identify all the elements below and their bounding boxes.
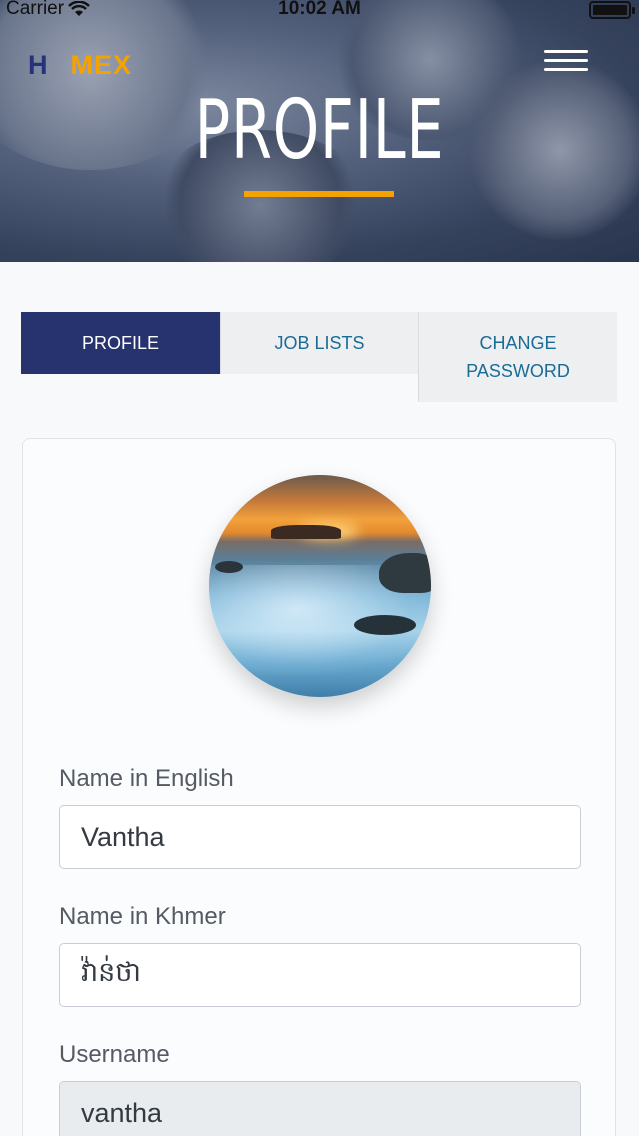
name-english-field[interactable]: Vantha (59, 805, 581, 869)
status-time: 10:02 AM (278, 0, 361, 19)
logo-text-a: H (28, 50, 49, 80)
status-bar: Carrier 10:02 AM (0, 0, 639, 22)
tab-job-lists-label: JOB LISTS (274, 333, 365, 353)
homex-logo[interactable]: H MEX (28, 50, 132, 81)
tab-change-password-label: CHANGE PASSWORD (466, 333, 570, 381)
profile-tabs: PROFILE JOB LISTS CHANGE PASSWORD (21, 312, 617, 402)
battery-icon (589, 1, 635, 19)
username-label: Username (59, 1041, 170, 1068)
avatar[interactable] (209, 475, 431, 697)
tab-profile-label: PROFILE (81, 333, 160, 353)
username-field[interactable]: vantha (59, 1081, 581, 1136)
name-khmer-field[interactable]: វ៉ាន់ថា (59, 943, 581, 1007)
logo-text-b: MEX (70, 50, 133, 80)
tab-job-lists[interactable]: JOB LISTS (220, 312, 418, 374)
title-underline (244, 191, 394, 197)
header-banner: Carrier 10:02 AM H MEX PROFILE (0, 0, 639, 262)
page-title: PROFILE (194, 83, 445, 178)
name-english-label: Name in English (59, 765, 234, 792)
tab-change-password[interactable]: CHANGE PASSWORD (418, 312, 617, 402)
name-khmer-label: Name in Khmer (59, 903, 226, 930)
tab-profile[interactable]: PROFILE (21, 312, 220, 374)
profile-card: Name in English Vantha Name in Khmer វ៉ា… (22, 438, 616, 1136)
hamburger-menu-icon[interactable] (544, 44, 588, 76)
